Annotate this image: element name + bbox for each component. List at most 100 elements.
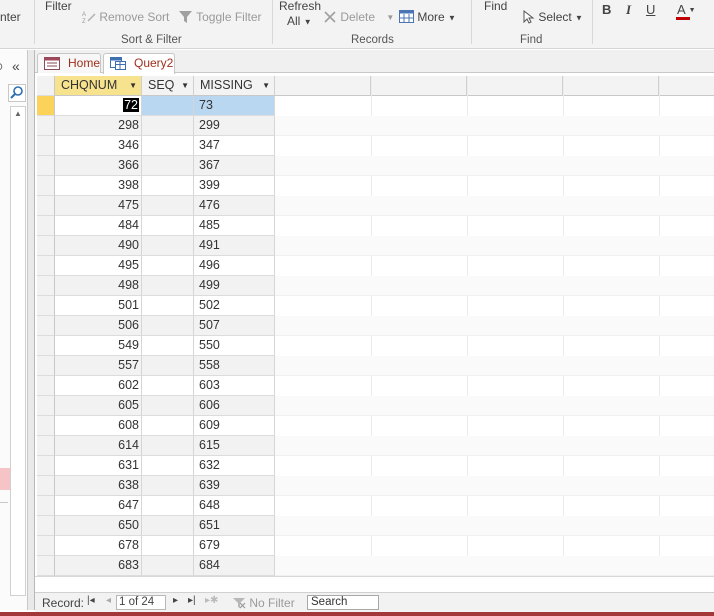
cell-chqnum[interactable]: 490 <box>55 236 142 256</box>
refresh-button[interactable]: Refresh <box>279 0 321 13</box>
cell-seq[interactable] <box>142 496 194 516</box>
cell-seq[interactable] <box>142 356 194 376</box>
cell-seq[interactable] <box>142 336 194 356</box>
tab-home[interactable]: Home <box>37 53 101 73</box>
cell-chqnum[interactable]: 608 <box>55 416 142 436</box>
more-button[interactable]: More ▼ <box>399 10 456 24</box>
cell-chqnum[interactable]: 631 <box>55 456 142 476</box>
column-header-chqnum[interactable]: CHQNUM ▼ <box>55 76 142 96</box>
row-selector[interactable] <box>37 476 55 496</box>
cell-missing[interactable]: 499 <box>194 276 275 296</box>
nav-scrollbar[interactable]: ▲ <box>10 106 26 596</box>
row-selector[interactable] <box>37 96 55 116</box>
cell-chqnum[interactable]: 650 <box>55 516 142 536</box>
chevron-down-icon[interactable]: ▼ <box>129 76 137 95</box>
cell-missing[interactable]: 684 <box>194 556 275 576</box>
last-record-icon[interactable]: ▸| <box>188 595 196 606</box>
row-selector[interactable] <box>37 196 55 216</box>
cell-missing[interactable]: 639 <box>194 476 275 496</box>
cell-chqnum[interactable]: 683 <box>55 556 142 576</box>
cell-missing[interactable]: 609 <box>194 416 275 436</box>
cell-seq[interactable] <box>142 96 194 116</box>
column-header-seq[interactable]: SEQ ▼ <box>142 76 194 96</box>
cell-missing[interactable]: 632 <box>194 456 275 476</box>
cell-chqnum[interactable]: 614 <box>55 436 142 456</box>
record-position-input[interactable]: 1 of 24 <box>116 595 166 610</box>
cell-seq[interactable] <box>142 296 194 316</box>
cell-chqnum[interactable]: 475 <box>55 196 142 216</box>
row-selector[interactable] <box>37 556 55 576</box>
cell-chqnum[interactable]: 72 <box>55 96 142 116</box>
cell-missing[interactable]: 367 <box>194 156 275 176</box>
refresh-all-button[interactable]: All ▼ <box>287 14 312 28</box>
find-button[interactable]: Find <box>484 0 507 13</box>
cell-missing[interactable]: 347 <box>194 136 275 156</box>
chevron-down-icon[interactable]: ▼ <box>262 76 270 95</box>
row-selector[interactable] <box>37 216 55 236</box>
row-selector[interactable] <box>37 536 55 556</box>
cell-seq[interactable] <box>142 276 194 296</box>
row-selector[interactable] <box>37 156 55 176</box>
cell-seq[interactable] <box>142 176 194 196</box>
cell-missing[interactable]: 558 <box>194 356 275 376</box>
underline-button[interactable]: U <box>646 2 655 17</box>
row-selector[interactable] <box>37 256 55 276</box>
cell-chqnum[interactable]: 638 <box>55 476 142 496</box>
search-input[interactable]: Search <box>307 595 379 610</box>
row-selector[interactable] <box>37 436 55 456</box>
tab-query2[interactable]: Query2 <box>103 53 175 74</box>
cell-missing[interactable]: 606 <box>194 396 275 416</box>
chevron-down-icon[interactable]: ▼ <box>181 76 189 95</box>
cell-seq[interactable] <box>142 516 194 536</box>
row-selector[interactable] <box>37 396 55 416</box>
cell-chqnum[interactable]: 602 <box>55 376 142 396</box>
row-selector[interactable] <box>37 316 55 336</box>
no-filter-indicator[interactable]: No Filter <box>232 596 295 610</box>
row-selector[interactable] <box>37 236 55 256</box>
cell-seq[interactable] <box>142 156 194 176</box>
row-selector[interactable] <box>37 376 55 396</box>
next-record-icon[interactable]: ▸ <box>173 595 178 606</box>
row-selector[interactable] <box>37 336 55 356</box>
row-selector[interactable] <box>37 516 55 536</box>
filter-button[interactable]: Filter <box>45 0 72 13</box>
font-color-button[interactable]: A ▼ <box>677 2 696 17</box>
cell-seq[interactable] <box>142 236 194 256</box>
splitter-bar[interactable] <box>28 50 35 610</box>
cell-chqnum[interactable]: 506 <box>55 316 142 336</box>
cell-chqnum[interactable]: 484 <box>55 216 142 236</box>
cell-missing[interactable]: 507 <box>194 316 275 336</box>
cell-missing[interactable]: 502 <box>194 296 275 316</box>
cell-missing[interactable]: 485 <box>194 216 275 236</box>
cell-seq[interactable] <box>142 316 194 336</box>
cell-seq[interactable] <box>142 476 194 496</box>
cell-missing[interactable]: 476 <box>194 196 275 216</box>
bold-button[interactable]: B <box>602 2 611 17</box>
row-selector[interactable] <box>37 496 55 516</box>
cell-chqnum[interactable]: 605 <box>55 396 142 416</box>
cell-missing[interactable]: 496 <box>194 256 275 276</box>
cell-chqnum[interactable]: 346 <box>55 136 142 156</box>
cell-seq[interactable] <box>142 536 194 556</box>
cell-chqnum[interactable]: 678 <box>55 536 142 556</box>
cell-chqnum[interactable]: 549 <box>55 336 142 356</box>
nav-search-button[interactable] <box>8 84 26 102</box>
row-selector[interactable] <box>37 116 55 136</box>
cell-missing[interactable]: 399 <box>194 176 275 196</box>
cell-chqnum[interactable]: 398 <box>55 176 142 196</box>
cell-missing[interactable]: 73 <box>194 96 275 116</box>
first-record-icon[interactable]: |◂ <box>87 595 95 606</box>
select-button[interactable]: Select ▼ <box>523 9 583 24</box>
select-all-corner[interactable] <box>37 76 55 96</box>
column-header-missing[interactable]: MISSING ▼ <box>194 76 275 96</box>
row-selector[interactable] <box>37 416 55 436</box>
row-selector[interactable] <box>37 276 55 296</box>
delete-button[interactable]: Delete ▼ <box>323 10 394 24</box>
cell-seq[interactable] <box>142 196 194 216</box>
previous-record-icon[interactable]: ◂ <box>106 595 111 606</box>
cell-seq[interactable] <box>142 396 194 416</box>
cell-seq[interactable] <box>142 436 194 456</box>
cell-missing[interactable]: 299 <box>194 116 275 136</box>
nav-dropdown-icon[interactable]: ⊙ <box>0 60 3 73</box>
italic-button[interactable]: I <box>626 2 631 18</box>
